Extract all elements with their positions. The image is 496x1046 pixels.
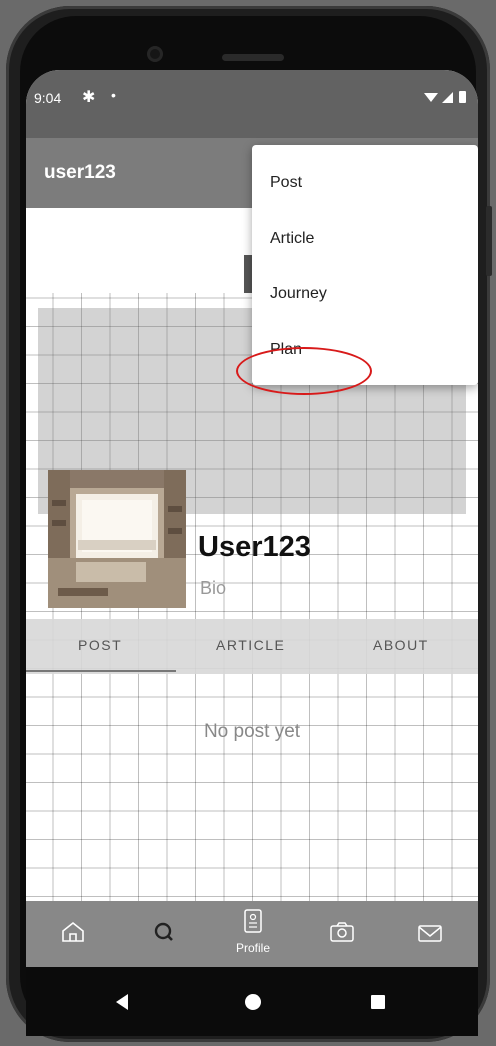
menu-item-journey[interactable]: Journey (270, 285, 327, 303)
earpiece (222, 54, 284, 61)
profile-bio: Bio (200, 578, 227, 598)
system-navigation-bar (26, 967, 478, 1036)
menu-item-article[interactable]: Article (270, 230, 314, 248)
back-icon[interactable] (114, 993, 130, 1011)
wifi-icon (424, 93, 438, 102)
profile-header-marker (244, 255, 252, 293)
recents-icon[interactable] (370, 994, 386, 1010)
home-icon (62, 921, 84, 942)
front-camera (147, 46, 163, 62)
profile-tabs: POST ARTICLE ABOUT (26, 619, 478, 674)
nav-search[interactable] (134, 901, 194, 967)
search-icon (154, 922, 173, 941)
profile-icon (244, 909, 262, 933)
battery-icon (459, 91, 466, 103)
avatar[interactable] (48, 470, 186, 608)
mail-icon (418, 925, 442, 942)
camera-icon (330, 922, 354, 942)
bottom-navigation: Profile (26, 901, 478, 967)
nav-home[interactable] (43, 901, 103, 967)
status-time: 9:04 (34, 90, 62, 106)
nav-camera[interactable] (312, 901, 372, 967)
profile-name: User123 (198, 531, 311, 563)
power-button (486, 206, 492, 276)
menu-item-post[interactable]: Post (270, 174, 302, 192)
settings-gear-icon: ✱ (82, 89, 96, 106)
nav-profile[interactable]: Profile (223, 901, 283, 967)
device-screen: 9:04 ✱ • user123 User123 Bio POST ARTICL… (26, 70, 478, 1036)
tab-selected-indicator (26, 670, 176, 672)
nav-mail[interactable] (400, 901, 460, 967)
nav-profile-label: Profile (235, 941, 270, 955)
home-circle-icon[interactable] (244, 993, 262, 1011)
tab-about[interactable]: ABOUT (373, 637, 429, 653)
journey-highlight-annotation (236, 347, 372, 395)
notification-dot-icon: • (111, 87, 116, 103)
status-bar: 9:04 ✱ • (26, 70, 478, 138)
tab-post[interactable]: POST (78, 637, 122, 653)
signal-icon (442, 92, 453, 103)
tab-article[interactable]: ARTICLE (216, 637, 285, 653)
app-bar-title: user123 (44, 162, 116, 183)
empty-state-message: No post yet (203, 721, 301, 742)
status-icons (424, 90, 470, 109)
